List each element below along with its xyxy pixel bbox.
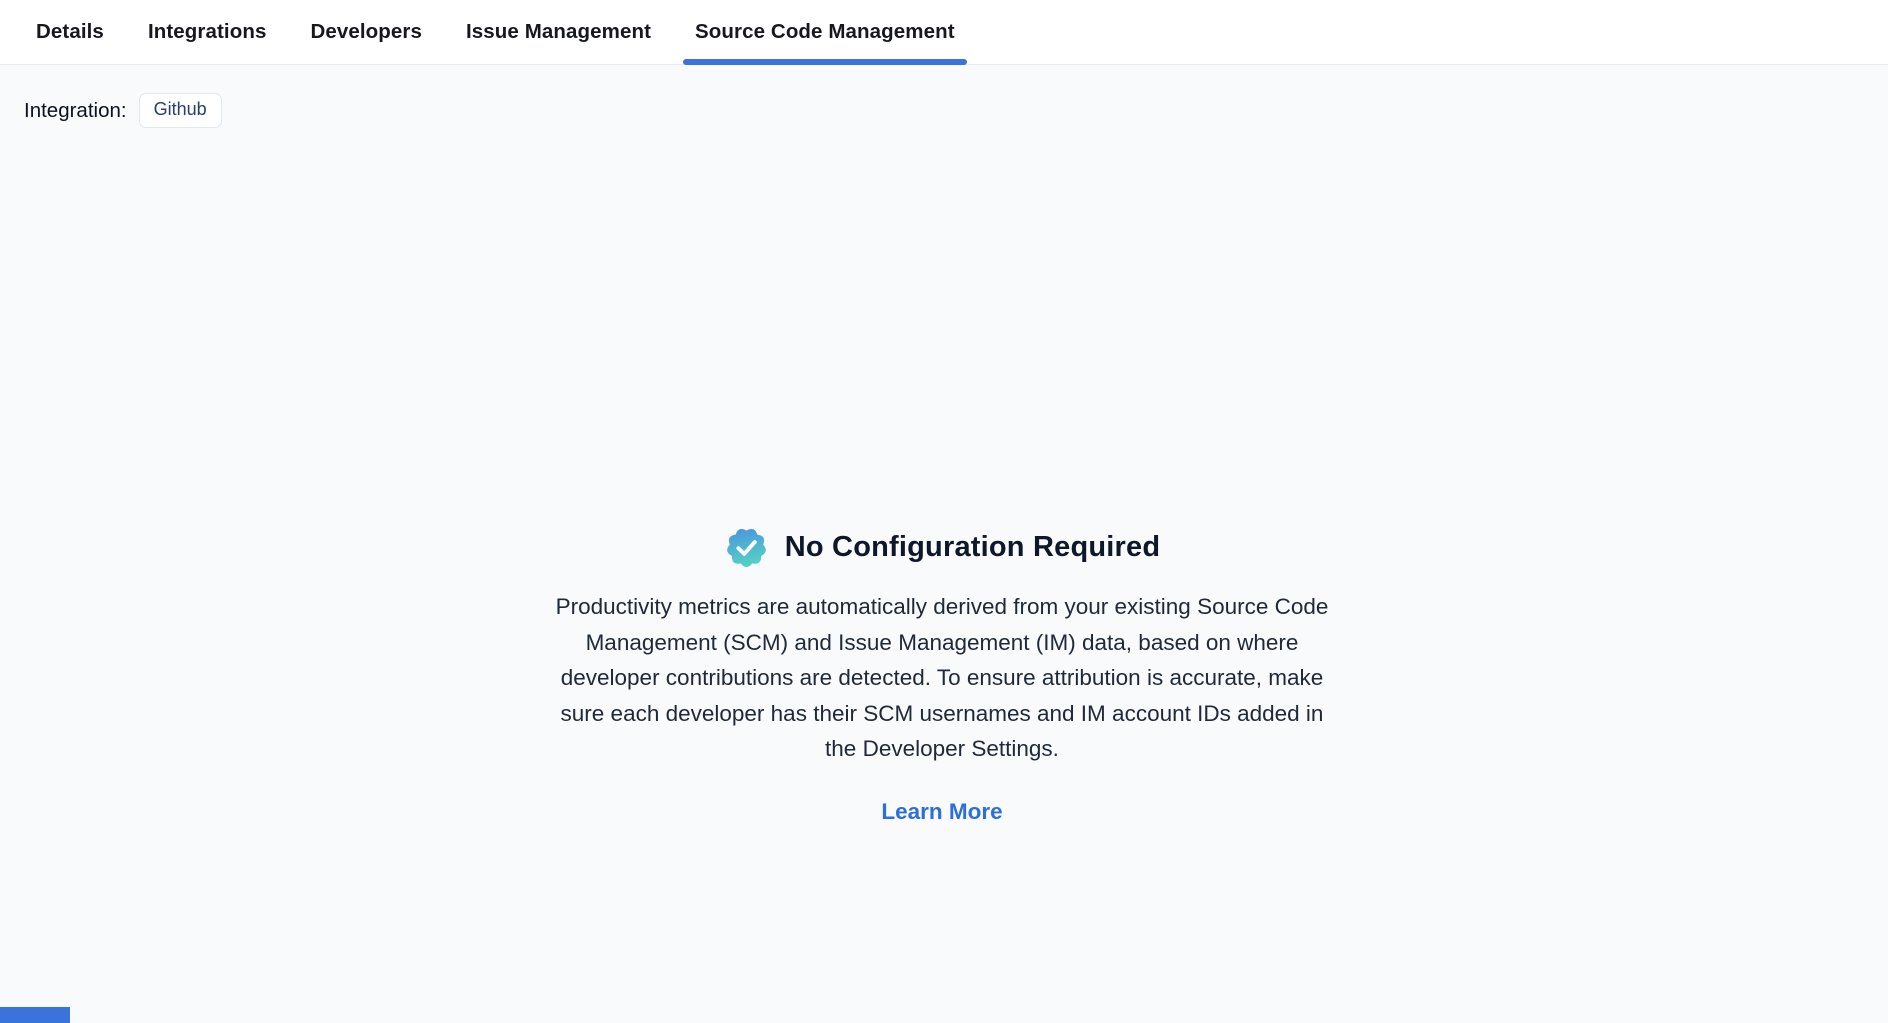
- learn-more-link[interactable]: Learn More: [881, 799, 1002, 825]
- bottom-left-accent-bar: [0, 1007, 70, 1023]
- empty-state-title: No Configuration Required: [785, 531, 1161, 564]
- tab-issue-management-label: Issue Management: [466, 20, 651, 44]
- integration-chip-github[interactable]: Github: [139, 93, 222, 128]
- tab-integrations[interactable]: Integrations: [148, 0, 267, 64]
- integration-row: Integration: Github: [24, 93, 222, 128]
- tab-source-code-management-label: Source Code Management: [695, 20, 955, 44]
- tab-bar: Details Integrations Developers Issue Ma…: [0, 0, 1888, 65]
- tab-source-code-management[interactable]: Source Code Management: [695, 0, 955, 64]
- empty-state-title-row: No Configuration Required: [724, 525, 1161, 570]
- empty-state-description: Productivity metrics are automatically d…: [555, 589, 1330, 767]
- integration-label: Integration:: [24, 99, 127, 123]
- verified-badge-icon: [724, 525, 769, 570]
- empty-state: No Configuration Required Productivity m…: [0, 525, 1884, 825]
- tab-developers-label: Developers: [310, 20, 422, 44]
- tab-details[interactable]: Details: [36, 0, 104, 64]
- tab-developers[interactable]: Developers: [310, 0, 422, 64]
- tab-integrations-label: Integrations: [148, 20, 267, 44]
- tab-issue-management[interactable]: Issue Management: [466, 0, 651, 64]
- tab-details-label: Details: [36, 20, 104, 44]
- active-tab-underline: [683, 59, 967, 65]
